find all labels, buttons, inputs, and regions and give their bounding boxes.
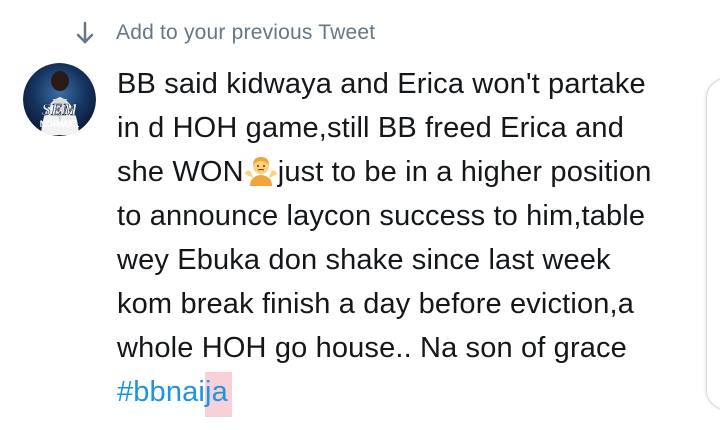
add-to-previous-tweet-label[interactable]: Add to your previous Tweet: [116, 21, 375, 45]
arrow-down-icon: [70, 18, 100, 48]
person-shrugging-emoji-icon: [244, 152, 278, 186]
hashtag-selected-text[interactable]: ja: [205, 372, 232, 417]
reply-thread-header[interactable]: Add to your previous Tweet: [70, 18, 375, 48]
tweet-line-1: BB said kidwaya and Erica won't partake: [117, 68, 646, 100]
hashtag-bbnaija[interactable]: #bbnaija: [117, 370, 707, 417]
svg-text:NORMAL: NORMAL: [40, 119, 80, 129]
svg-text:SEM: SEM: [42, 100, 79, 119]
tweet-text[interactable]: BB said kidwaya and Erica won't partake …: [117, 62, 707, 417]
tweet-line-6: kom break finish a day before eviction,a: [117, 288, 634, 320]
tweet-text-continuation: just to be in a higher position: [277, 156, 652, 188]
tweet-line-2: in d HOH game,still BB freed Erica and: [117, 112, 624, 144]
tweet-line-4: to announce laycon success to him,table: [117, 200, 646, 232]
tweet-line-5: wey Ebuka don shake since last week: [117, 244, 611, 276]
tweet-line-3: she WON just to be in a higher position: [117, 150, 707, 194]
tweet-text-she-won: she WON: [117, 156, 244, 188]
hashtag-text[interactable]: #bbnai: [117, 376, 205, 408]
tweet-line-7: whole HOH go house.. Na son of grace: [117, 332, 627, 364]
avatar[interactable]: SEM NORMAL: [23, 63, 96, 136]
side-panel-edge: [706, 78, 720, 410]
